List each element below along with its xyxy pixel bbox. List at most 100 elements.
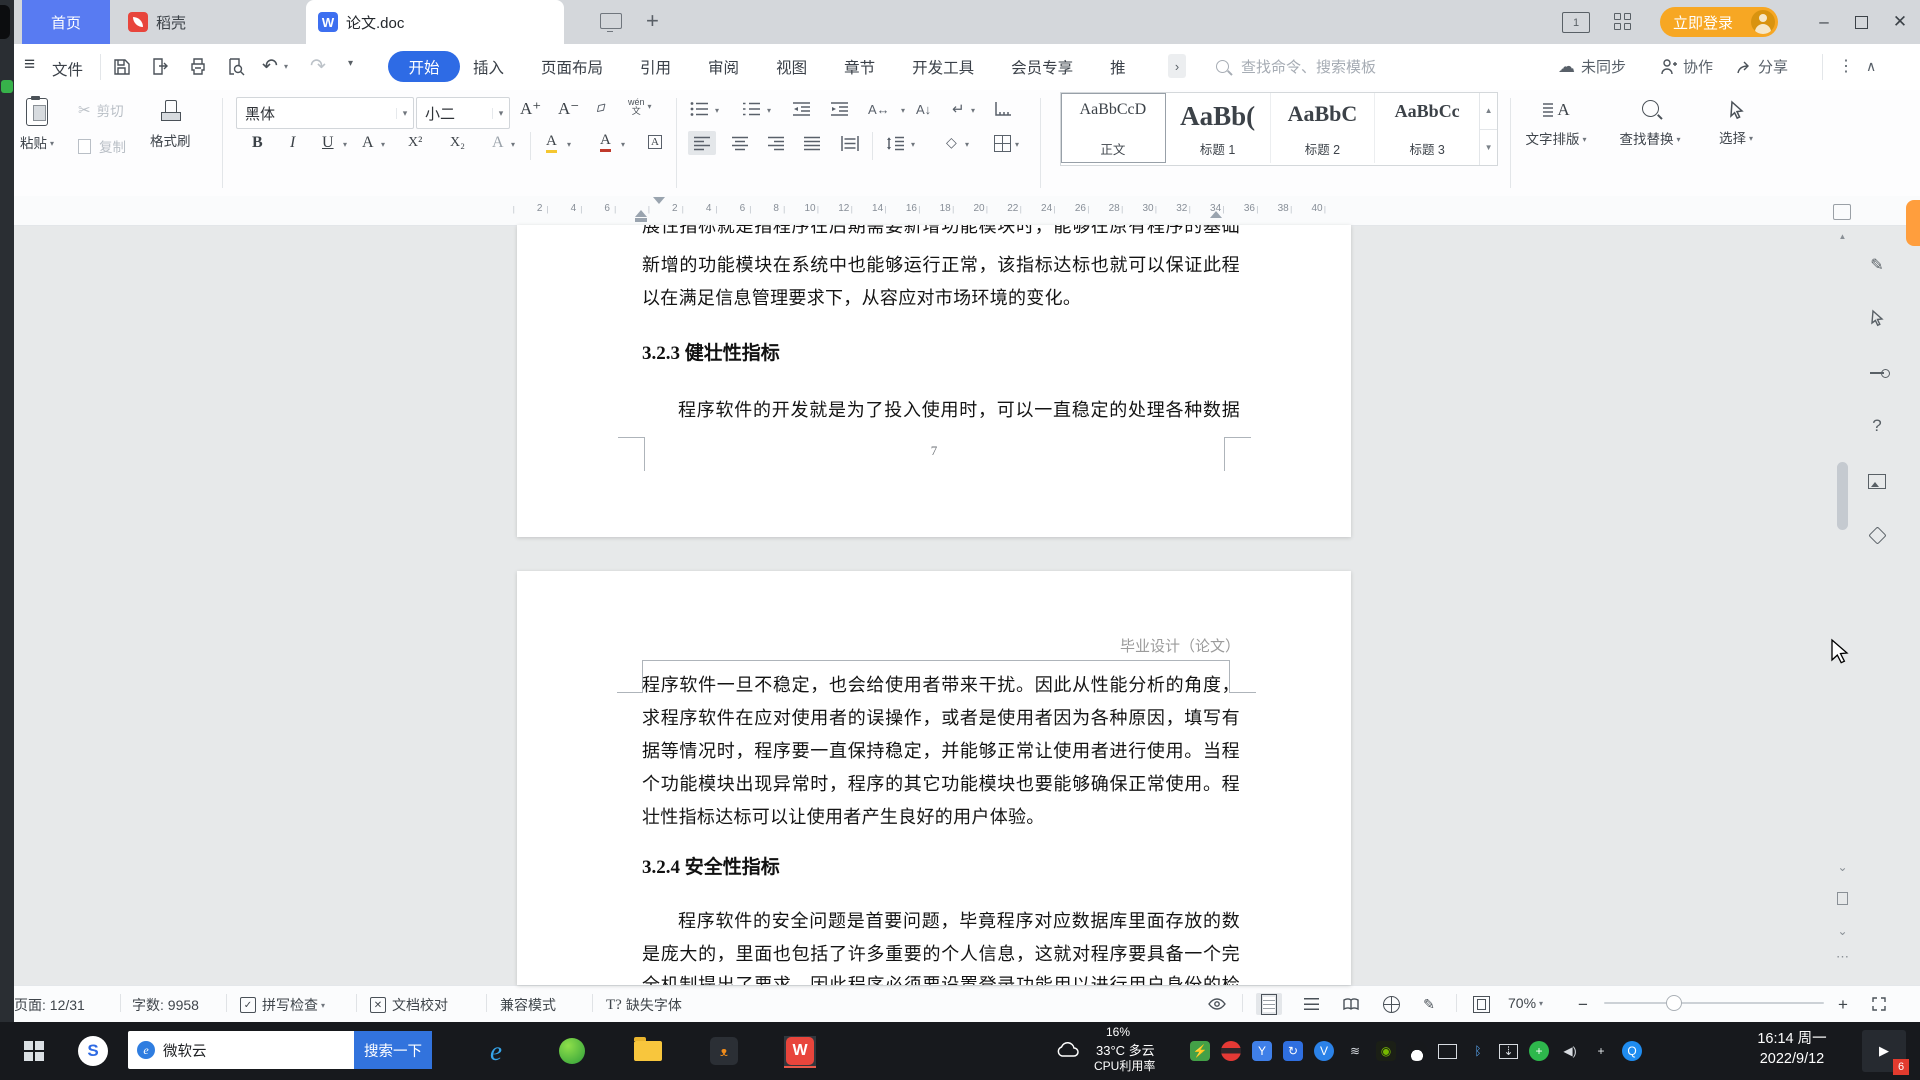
battery-charge-icon[interactable]: ⚡ bbox=[1190, 1041, 1210, 1061]
minimize-button[interactable]: – bbox=[1806, 0, 1842, 44]
menu-tab-section[interactable]: 章节 bbox=[844, 56, 875, 78]
right-indent-marker[interactable] bbox=[1210, 211, 1222, 218]
pointer-tool-icon[interactable] bbox=[1862, 303, 1892, 333]
align-right-button[interactable] bbox=[767, 136, 785, 151]
export-icon[interactable] bbox=[150, 57, 170, 77]
spell-check-button[interactable]: ✓ 拼写检查 bbox=[240, 995, 325, 1015]
missing-fonts-button[interactable]: T? 缺失字体 bbox=[606, 995, 682, 1015]
taskbar-ie-icon[interactable]: e bbox=[480, 1036, 512, 1066]
style-normal[interactable]: AaBbCcD 正文 bbox=[1061, 93, 1166, 163]
underline-button[interactable]: U bbox=[322, 134, 334, 152]
print-preview-icon[interactable] bbox=[226, 57, 246, 77]
font-effects-button[interactable]: A bbox=[362, 134, 374, 152]
view-ink-icon[interactable]: ✎ bbox=[1416, 993, 1442, 1015]
left-edge-handle[interactable] bbox=[0, 5, 10, 39]
line-spacing-dropdown[interactable] bbox=[908, 136, 915, 154]
green-shield-plus-icon[interactable]: + bbox=[1529, 1041, 1549, 1061]
notification-tile[interactable]: ▶ 6 bbox=[1862, 1030, 1909, 1075]
view-web-icon[interactable] bbox=[1378, 993, 1404, 1015]
tab-docer[interactable]: 稻壳 bbox=[112, 0, 202, 44]
close-button[interactable]: ✕ bbox=[1882, 0, 1918, 44]
word-count[interactable]: 字数: 9958 bbox=[132, 995, 199, 1015]
login-button[interactable]: 立即登录 bbox=[1660, 7, 1778, 37]
copy-button[interactable]: 复制 bbox=[78, 134, 126, 156]
volume-icon[interactable]: ◀) bbox=[1560, 1041, 1580, 1061]
prev-page-button[interactable] bbox=[1834, 890, 1851, 907]
show-marks-dropdown[interactable] bbox=[968, 102, 975, 120]
fit-page-icon[interactable] bbox=[1468, 993, 1494, 1015]
compatibility-mode[interactable]: 兼容模式 bbox=[500, 995, 556, 1015]
bullet-list-icon[interactable] bbox=[690, 101, 709, 117]
font-color-button[interactable]: A bbox=[600, 132, 611, 152]
align-center-button[interactable] bbox=[731, 136, 749, 151]
align-left-button[interactable] bbox=[693, 136, 711, 151]
page-indicator[interactable]: 页面: 12/31 bbox=[14, 995, 85, 1015]
zoom-level[interactable]: 70% bbox=[1508, 995, 1543, 1011]
bold-button[interactable]: B bbox=[252, 134, 263, 152]
doc-proofing-button[interactable]: ✕ 文档校对 bbox=[370, 995, 448, 1015]
font-effects-dropdown[interactable] bbox=[378, 136, 385, 154]
left-indent-marker[interactable] bbox=[635, 218, 647, 222]
document-page-8[interactable]: 毕业设计（论文） 程序软件一旦不稳定，也会给使用者带来干扰。因此从性能分析的角度… bbox=[517, 571, 1351, 985]
document-page-7[interactable]: 展性指标就是指程序在后期需要新增功能模块时，能够在原有程序的基础上 新增的功能模… bbox=[517, 225, 1351, 537]
security-shield-icon[interactable]: V bbox=[1314, 1041, 1334, 1061]
scroll-more-icon[interactable]: ⋯ bbox=[1834, 948, 1851, 965]
decrease-indent-icon[interactable] bbox=[792, 101, 811, 117]
menu-tab-dev-tools[interactable]: 开发工具 bbox=[912, 56, 974, 78]
font-name-select[interactable]: 黑体 ▾ bbox=[236, 97, 414, 129]
style-gallery-scroll[interactable]: ▲ ▼ bbox=[1479, 93, 1498, 165]
pc-manager-icon[interactable]: ↻ bbox=[1283, 1041, 1303, 1061]
view-book-icon[interactable] bbox=[1338, 993, 1364, 1015]
menu-tab-page-layout[interactable]: 页面布局 bbox=[541, 56, 603, 78]
numbered-list-dropdown[interactable] bbox=[764, 102, 771, 120]
promo-tab[interactable] bbox=[1906, 200, 1920, 246]
italic-button[interactable]: I bbox=[290, 134, 295, 152]
format-painter-button[interactable]: 格式刷 bbox=[150, 100, 191, 150]
menu-overflow-icon[interactable]: › bbox=[1168, 54, 1186, 78]
wifi-icon[interactable]: ≋ bbox=[1345, 1041, 1365, 1061]
undo-icon[interactable]: ↶ bbox=[262, 55, 278, 78]
redo-icon[interactable]: ↷ bbox=[310, 55, 326, 78]
align-distribute-button[interactable] bbox=[841, 136, 859, 151]
font-size-select[interactable]: 小二 ▾ bbox=[416, 97, 510, 129]
text-layout-button[interactable]: A 文字排版 bbox=[1524, 100, 1588, 148]
highlight-dropdown[interactable] bbox=[564, 136, 571, 154]
font-color-dropdown[interactable] bbox=[618, 136, 625, 154]
char-scale-icon[interactable]: A↔ bbox=[868, 102, 890, 117]
usb-drive-icon[interactable]: ⇣ bbox=[1499, 1043, 1518, 1059]
decrease-font-icon[interactable]: A⁻ bbox=[558, 99, 579, 119]
zoom-slider-track[interactable] bbox=[1604, 1002, 1824, 1004]
command-search-input[interactable]: 查找命令、搜索模板 bbox=[1216, 51, 1376, 82]
taskbar-explorer-icon[interactable] bbox=[632, 1036, 664, 1066]
next-page-button[interactable]: ⌄ bbox=[1834, 922, 1851, 939]
menu-tab-references[interactable]: 引用 bbox=[640, 56, 671, 78]
style-heading3[interactable]: AaBbCc 标题 3 bbox=[1375, 93, 1479, 163]
style-heading1[interactable]: AaBb( 标题 1 bbox=[1166, 93, 1271, 163]
taskbar-clock[interactable]: 16:14 周一 2022/9/12 bbox=[1738, 1029, 1846, 1069]
hanging-indent-marker[interactable] bbox=[635, 210, 647, 217]
display-settings-icon[interactable] bbox=[1438, 1043, 1457, 1059]
char-border-button[interactable]: A bbox=[648, 135, 662, 149]
line-spacing-icon[interactable] bbox=[886, 136, 905, 151]
left-edge-green-icon[interactable] bbox=[1, 80, 13, 93]
char-scale-dropdown[interactable] bbox=[898, 102, 905, 120]
qq-penguin-icon[interactable] bbox=[1407, 1041, 1427, 1061]
bullet-list-dropdown[interactable] bbox=[712, 102, 719, 120]
pen-tool-icon[interactable]: ✎ bbox=[1862, 250, 1892, 280]
ruler-toggle-icon[interactable] bbox=[1833, 204, 1851, 220]
search-go-button[interactable]: 搜索一下 bbox=[354, 1031, 432, 1069]
scroll-up-icon[interactable]: ▲ bbox=[1834, 228, 1851, 245]
superscript-button[interactable]: X² bbox=[408, 135, 422, 151]
taskbar-search-input[interactable]: e 微软云 搜索一下 bbox=[128, 1031, 432, 1069]
shading-icon[interactable]: ◇ bbox=[946, 134, 957, 151]
share-button[interactable]: 分享 bbox=[1736, 51, 1788, 82]
eye-protect-icon[interactable] bbox=[1204, 993, 1230, 1015]
collaborate-button[interactable]: 协作 bbox=[1660, 51, 1713, 82]
subscript-button[interactable]: X₂ bbox=[450, 135, 465, 151]
tag-tool-icon[interactable] bbox=[1862, 520, 1892, 550]
help-icon[interactable]: ? bbox=[1862, 411, 1892, 441]
style-heading2[interactable]: AaBbC 标题 2 bbox=[1271, 93, 1376, 163]
underline-dropdown[interactable] bbox=[340, 136, 347, 154]
tab-layout-icon[interactable]: 1 bbox=[1562, 12, 1590, 33]
view-outline-icon[interactable] bbox=[1298, 993, 1324, 1015]
